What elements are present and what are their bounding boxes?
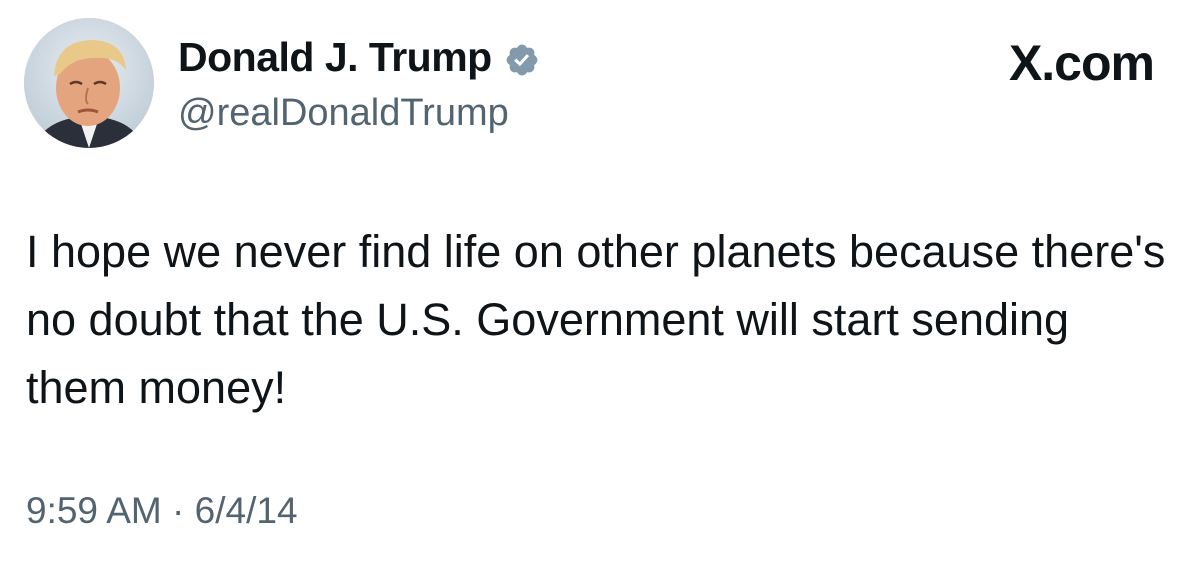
tweet-card: Donald J. Trump @realDonaldTrump X.com I… [0,0,1200,573]
author-display-name[interactable]: Donald J. Trump [178,34,492,81]
avatar[interactable] [24,18,154,148]
timestamp-separator: · [172,490,185,531]
tweet-timestamp[interactable]: 9:59 AM · 6/4/14 [26,490,298,532]
tweet-time: 9:59 AM [26,490,162,531]
verified-badge-icon [504,42,540,78]
tweet-text: I hope we never find life on other plane… [26,226,1166,413]
brand-logo-text: X.com [1008,35,1155,91]
profile-photo-avatar-icon [24,18,154,148]
author-name-row: Donald J. Trump [178,34,540,81]
author-handle[interactable]: @realDonaldTrump [178,92,509,135]
tweet-date: 6/4/14 [194,490,298,531]
